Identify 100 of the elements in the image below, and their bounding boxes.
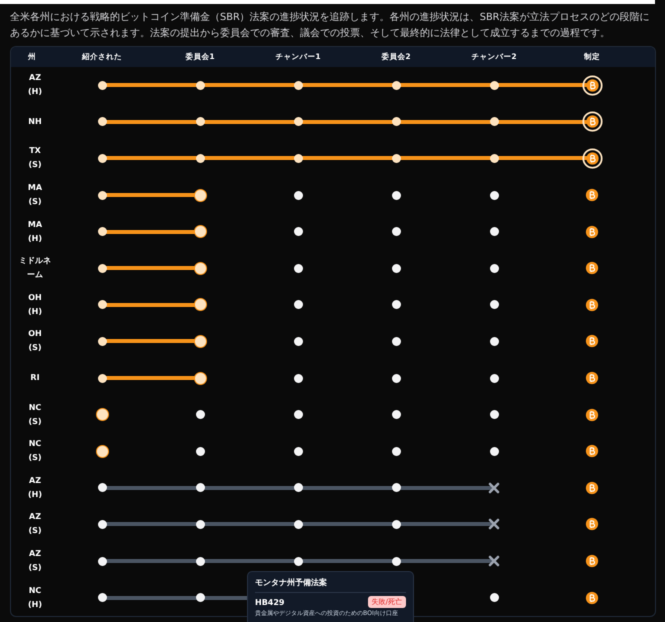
- stage-dot: [294, 410, 302, 420]
- current-stage-dot: [194, 334, 206, 348]
- state-label: NH: [27, 116, 43, 128]
- stage-dot: [196, 520, 204, 529]
- cross-icon: [488, 555, 500, 568]
- stage-dot: [294, 300, 302, 310]
- stage-dot: [490, 227, 498, 236]
- stage-dot: [392, 227, 400, 236]
- stage-dot: [392, 190, 400, 200]
- stage-dot: [294, 374, 302, 383]
- stage-dot: [294, 520, 302, 529]
- stage-dot: [196, 410, 204, 420]
- stage-dot: [490, 374, 498, 383]
- stage-dot: [294, 483, 302, 492]
- stage-dot: [490, 190, 498, 200]
- stage-dot: [196, 556, 204, 566]
- stage-dot: [294, 264, 302, 273]
- bitcoin-icon: [585, 261, 599, 276]
- stage-dot: [490, 117, 498, 126]
- chamber-label: (S): [27, 562, 43, 574]
- stage-dot: [196, 446, 204, 456]
- stage-dot: [294, 336, 302, 346]
- state-label: AZ: [28, 72, 42, 84]
- cross-icon: [488, 518, 500, 530]
- chamber-label: (H): [26, 86, 43, 98]
- bitcoin-icon: [582, 111, 602, 132]
- current-stage-dot: [194, 298, 206, 312]
- stage-dot: [490, 264, 498, 273]
- state-label: AZ: [28, 474, 42, 487]
- stage-dot: [196, 117, 204, 126]
- bitcoin-icon: [585, 371, 599, 386]
- stage-dot: [392, 336, 400, 346]
- state-label: ミドルネーム: [18, 255, 52, 282]
- stage-dot: [294, 117, 302, 126]
- state-label: NC: [28, 402, 42, 414]
- stage-dot: [490, 446, 498, 456]
- stage-dot: [294, 227, 302, 236]
- state-label: AZ: [28, 548, 42, 560]
- bitcoin-icon: [585, 298, 599, 312]
- stage-dot: [392, 154, 400, 163]
- chamber-label: (H): [26, 306, 43, 318]
- chamber-label: (H): [26, 598, 43, 611]
- state-label: OH: [27, 292, 43, 304]
- stage-dot: [490, 154, 498, 163]
- stage-dot: [294, 446, 302, 456]
- bitcoin-icon: [585, 517, 599, 532]
- stage-dot: [294, 190, 302, 200]
- stage-dot: [294, 556, 302, 566]
- state-label: MA: [26, 218, 44, 231]
- stage-dot: [490, 593, 498, 602]
- stage-dot: [392, 410, 400, 420]
- stage-dot: [392, 556, 400, 566]
- bitcoin-icon: [585, 188, 599, 202]
- stage-dot: [294, 154, 302, 163]
- stage-dot: [392, 264, 400, 273]
- tooltip-title: モンタナ州予備法案: [255, 577, 406, 593]
- stage-dot: [196, 80, 204, 90]
- state-label: NC: [28, 584, 42, 597]
- stage-dot: [490, 410, 498, 420]
- stage-dot: [392, 117, 400, 126]
- chamber-label: (S): [27, 196, 43, 208]
- state-label: RI: [29, 372, 41, 384]
- state-label: MA: [26, 182, 44, 194]
- chamber-label: (S): [27, 342, 43, 354]
- state-label: NC: [28, 438, 42, 450]
- bitcoin-icon: [585, 554, 599, 568]
- chamber-label: (S): [27, 525, 43, 538]
- current-stage-dot: [194, 372, 206, 385]
- stage-dot: [196, 593, 204, 602]
- stage-dot: [196, 483, 204, 492]
- stage-dot: [392, 300, 400, 310]
- stage-dot: [196, 154, 204, 163]
- state-label: AZ: [28, 511, 42, 524]
- intro-text: 全米各州における戦略的ビットコイン準備金（SBR）法案の進捗状況を追跡します。各州の進捗状況は、SBR法案が立法プロセスのどの段階にあるかに基づいて示されます。法案の提出から委員会での審査、議会での投票、そして最終的に法律として成立するまでの過程です。: [10, 10, 650, 41]
- stage-dot: [490, 80, 498, 90]
- stage-dot: [392, 446, 400, 456]
- stage-dot: [392, 80, 400, 90]
- stage-dot: [490, 336, 498, 346]
- bitcoin-icon: [585, 224, 599, 239]
- bitcoin-icon: [582, 74, 602, 96]
- chamber-label: (S): [27, 159, 43, 172]
- bitcoin-icon: [582, 148, 602, 169]
- bitcoin-icon: [585, 590, 599, 605]
- state-label: TX: [28, 145, 42, 158]
- chamber-label: (H): [26, 488, 43, 501]
- stage-dot: [392, 520, 400, 529]
- state-label: OH: [27, 328, 43, 340]
- bitcoin-icon: [585, 408, 599, 422]
- current-stage-dot: [194, 262, 206, 275]
- bitcoin-icon: [585, 334, 599, 348]
- stage-dot: [392, 374, 400, 383]
- cross-icon: [488, 482, 500, 494]
- chamber-label: (S): [27, 416, 43, 428]
- stage-dot: [294, 80, 302, 90]
- current-stage-dot: [194, 188, 206, 202]
- bitcoin-icon: [585, 444, 599, 458]
- stage-dot: [392, 483, 400, 492]
- bitcoin-icon: [585, 480, 599, 495]
- chamber-label: (S): [27, 452, 43, 464]
- stage-dot: [490, 300, 498, 310]
